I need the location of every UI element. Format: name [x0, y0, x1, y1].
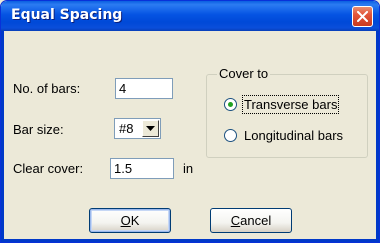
longitudinal-bars-radio[interactable] [224, 129, 237, 142]
title-bar[interactable]: Equal Spacing [1, 1, 379, 31]
window-frame-bottom [1, 239, 379, 242]
close-icon [357, 11, 368, 22]
chevron-down-icon [146, 126, 155, 131]
cancel-button-label: ancel [240, 213, 272, 228]
radio-selected-dot [228, 102, 233, 107]
ok-button-mnemonic: O [120, 213, 131, 228]
window-frame-left [1, 31, 4, 242]
num-bars-label: No. of bars: [13, 81, 81, 96]
clear-cover-input[interactable]: 1.5 [110, 158, 174, 179]
ok-button[interactable]: OK [89, 208, 171, 233]
longitudinal-bars-label[interactable]: Longitudinal bars [244, 128, 343, 143]
dialog-title: Equal Spacing [11, 7, 123, 23]
bar-size-label: Bar size: [13, 122, 64, 137]
clear-cover-unit: in [183, 161, 194, 176]
bar-size-value: #8 [119, 121, 134, 136]
bar-size-dropdown-button[interactable] [142, 120, 159, 137]
transverse-bars-radio[interactable] [224, 98, 237, 111]
cancel-button[interactable]: Cancel [210, 208, 292, 233]
num-bars-input[interactable]: 4 [115, 78, 173, 99]
ok-button-label: K [130, 213, 140, 228]
cover-to-group-title: Cover to [217, 66, 271, 81]
equal-spacing-dialog: Equal Spacing No. of bars: 4 Bar size: #… [0, 0, 380, 243]
window-frame-right [376, 31, 379, 242]
transverse-bars-label[interactable]: Transverse bars [241, 95, 340, 114]
cover-to-groupbox [206, 74, 368, 158]
bar-size-select[interactable]: #8 [114, 118, 161, 139]
clear-cover-label: Clear cover: [13, 161, 84, 176]
close-button[interactable] [352, 6, 373, 27]
cancel-button-mnemonic: C [230, 213, 241, 228]
